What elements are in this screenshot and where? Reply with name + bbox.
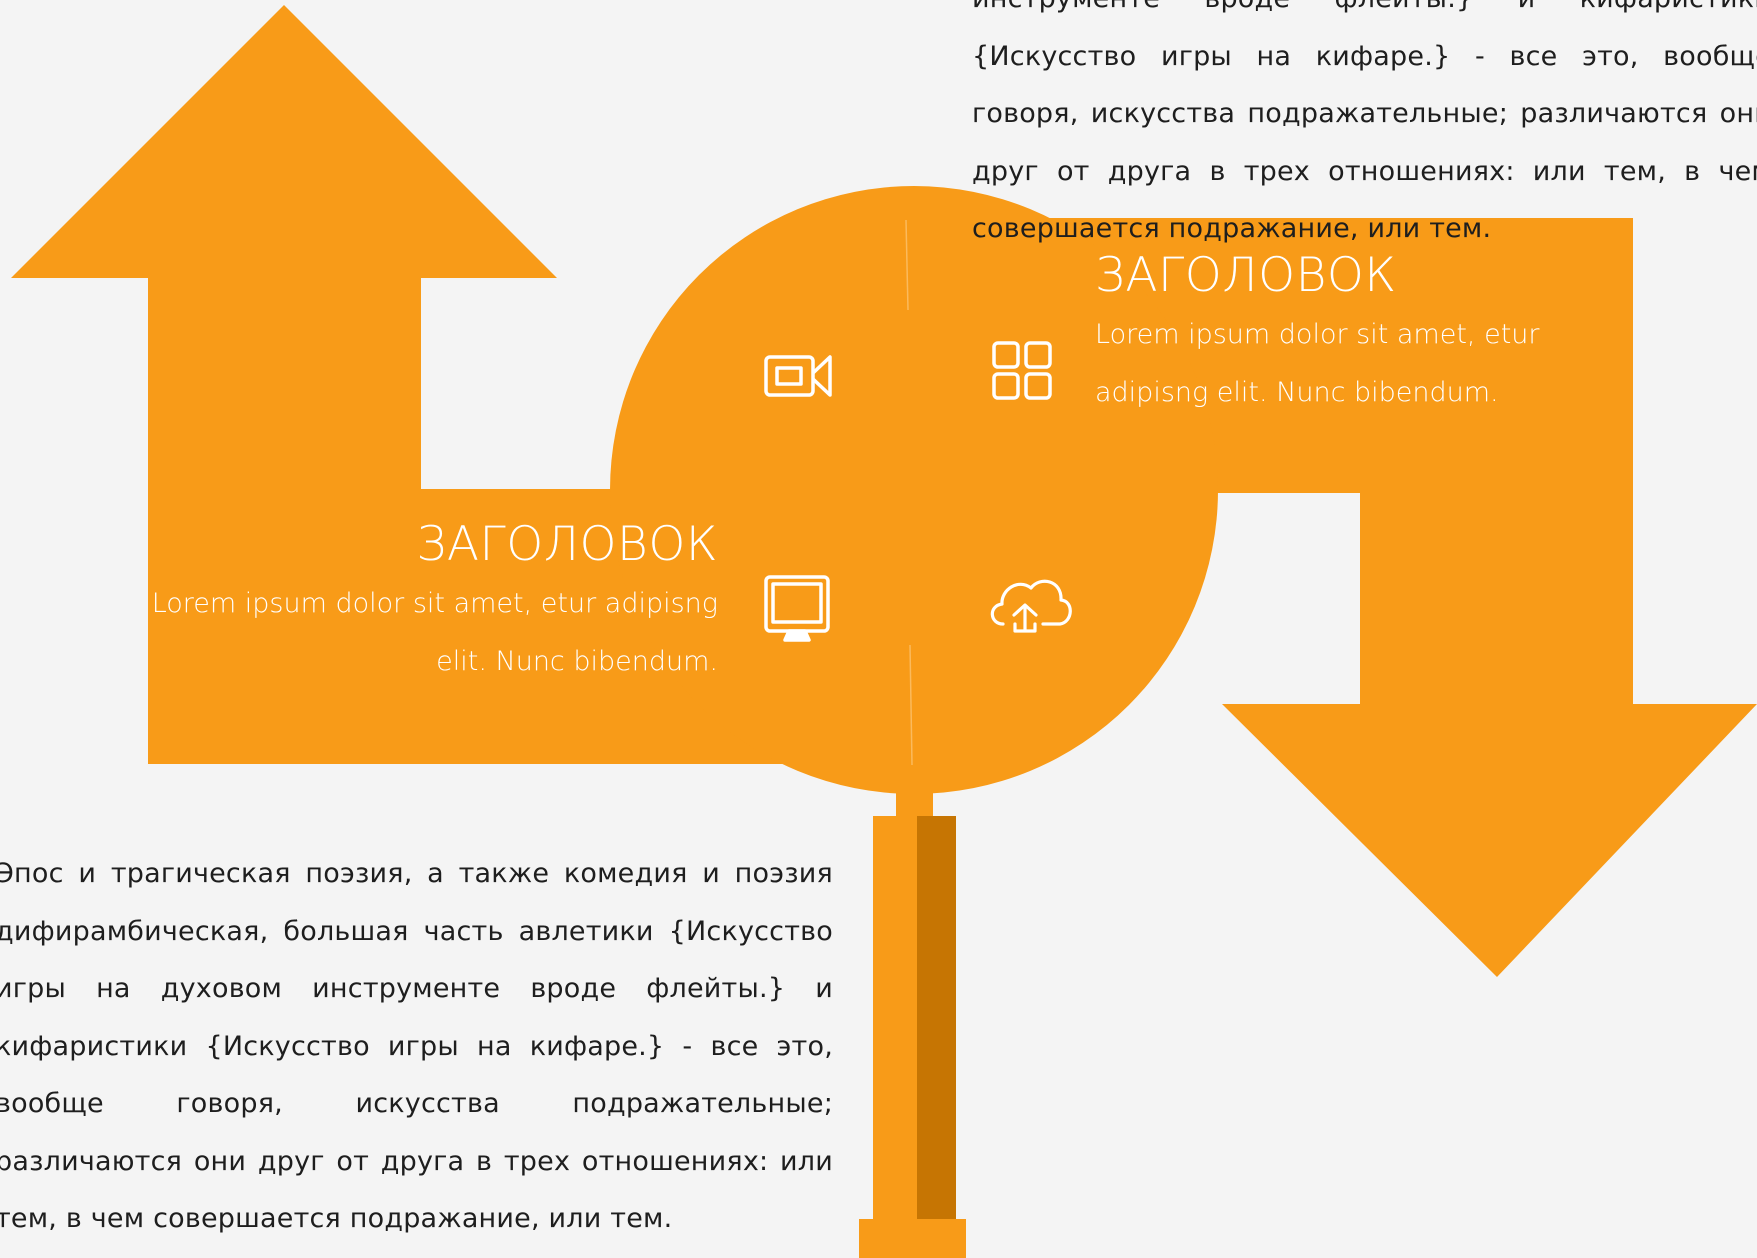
top-paragraph: инструменте вроде флейты.} и кифаристики… bbox=[972, 0, 1757, 244]
right-panel-heading: ЗАГОЛОВОК bbox=[1095, 248, 1397, 303]
right-panel-body: Lorem ipsum dolor sit amet, etur adipisn… bbox=[1095, 319, 1540, 408]
magnifier-collar-shape bbox=[896, 782, 933, 818]
magnifier-handle-shade bbox=[917, 816, 956, 1222]
magnifier-handle-base bbox=[859, 1219, 966, 1258]
left-panel-heading: ЗАГОЛОВОК bbox=[416, 517, 718, 572]
bottom-paragraph: Эпос и трагическая поэзия, а также комед… bbox=[0, 858, 833, 1234]
left-panel-body: Lorem ipsum dolor sit amet, etur adipisn… bbox=[151, 588, 718, 677]
left-panel: ЗАГОЛОВОК Lorem ipsum dolor sit amet, et… bbox=[150, 515, 718, 690]
right-panel: ЗАГОЛОВОК Lorem ipsum dolor sit amet, et… bbox=[1095, 246, 1615, 421]
